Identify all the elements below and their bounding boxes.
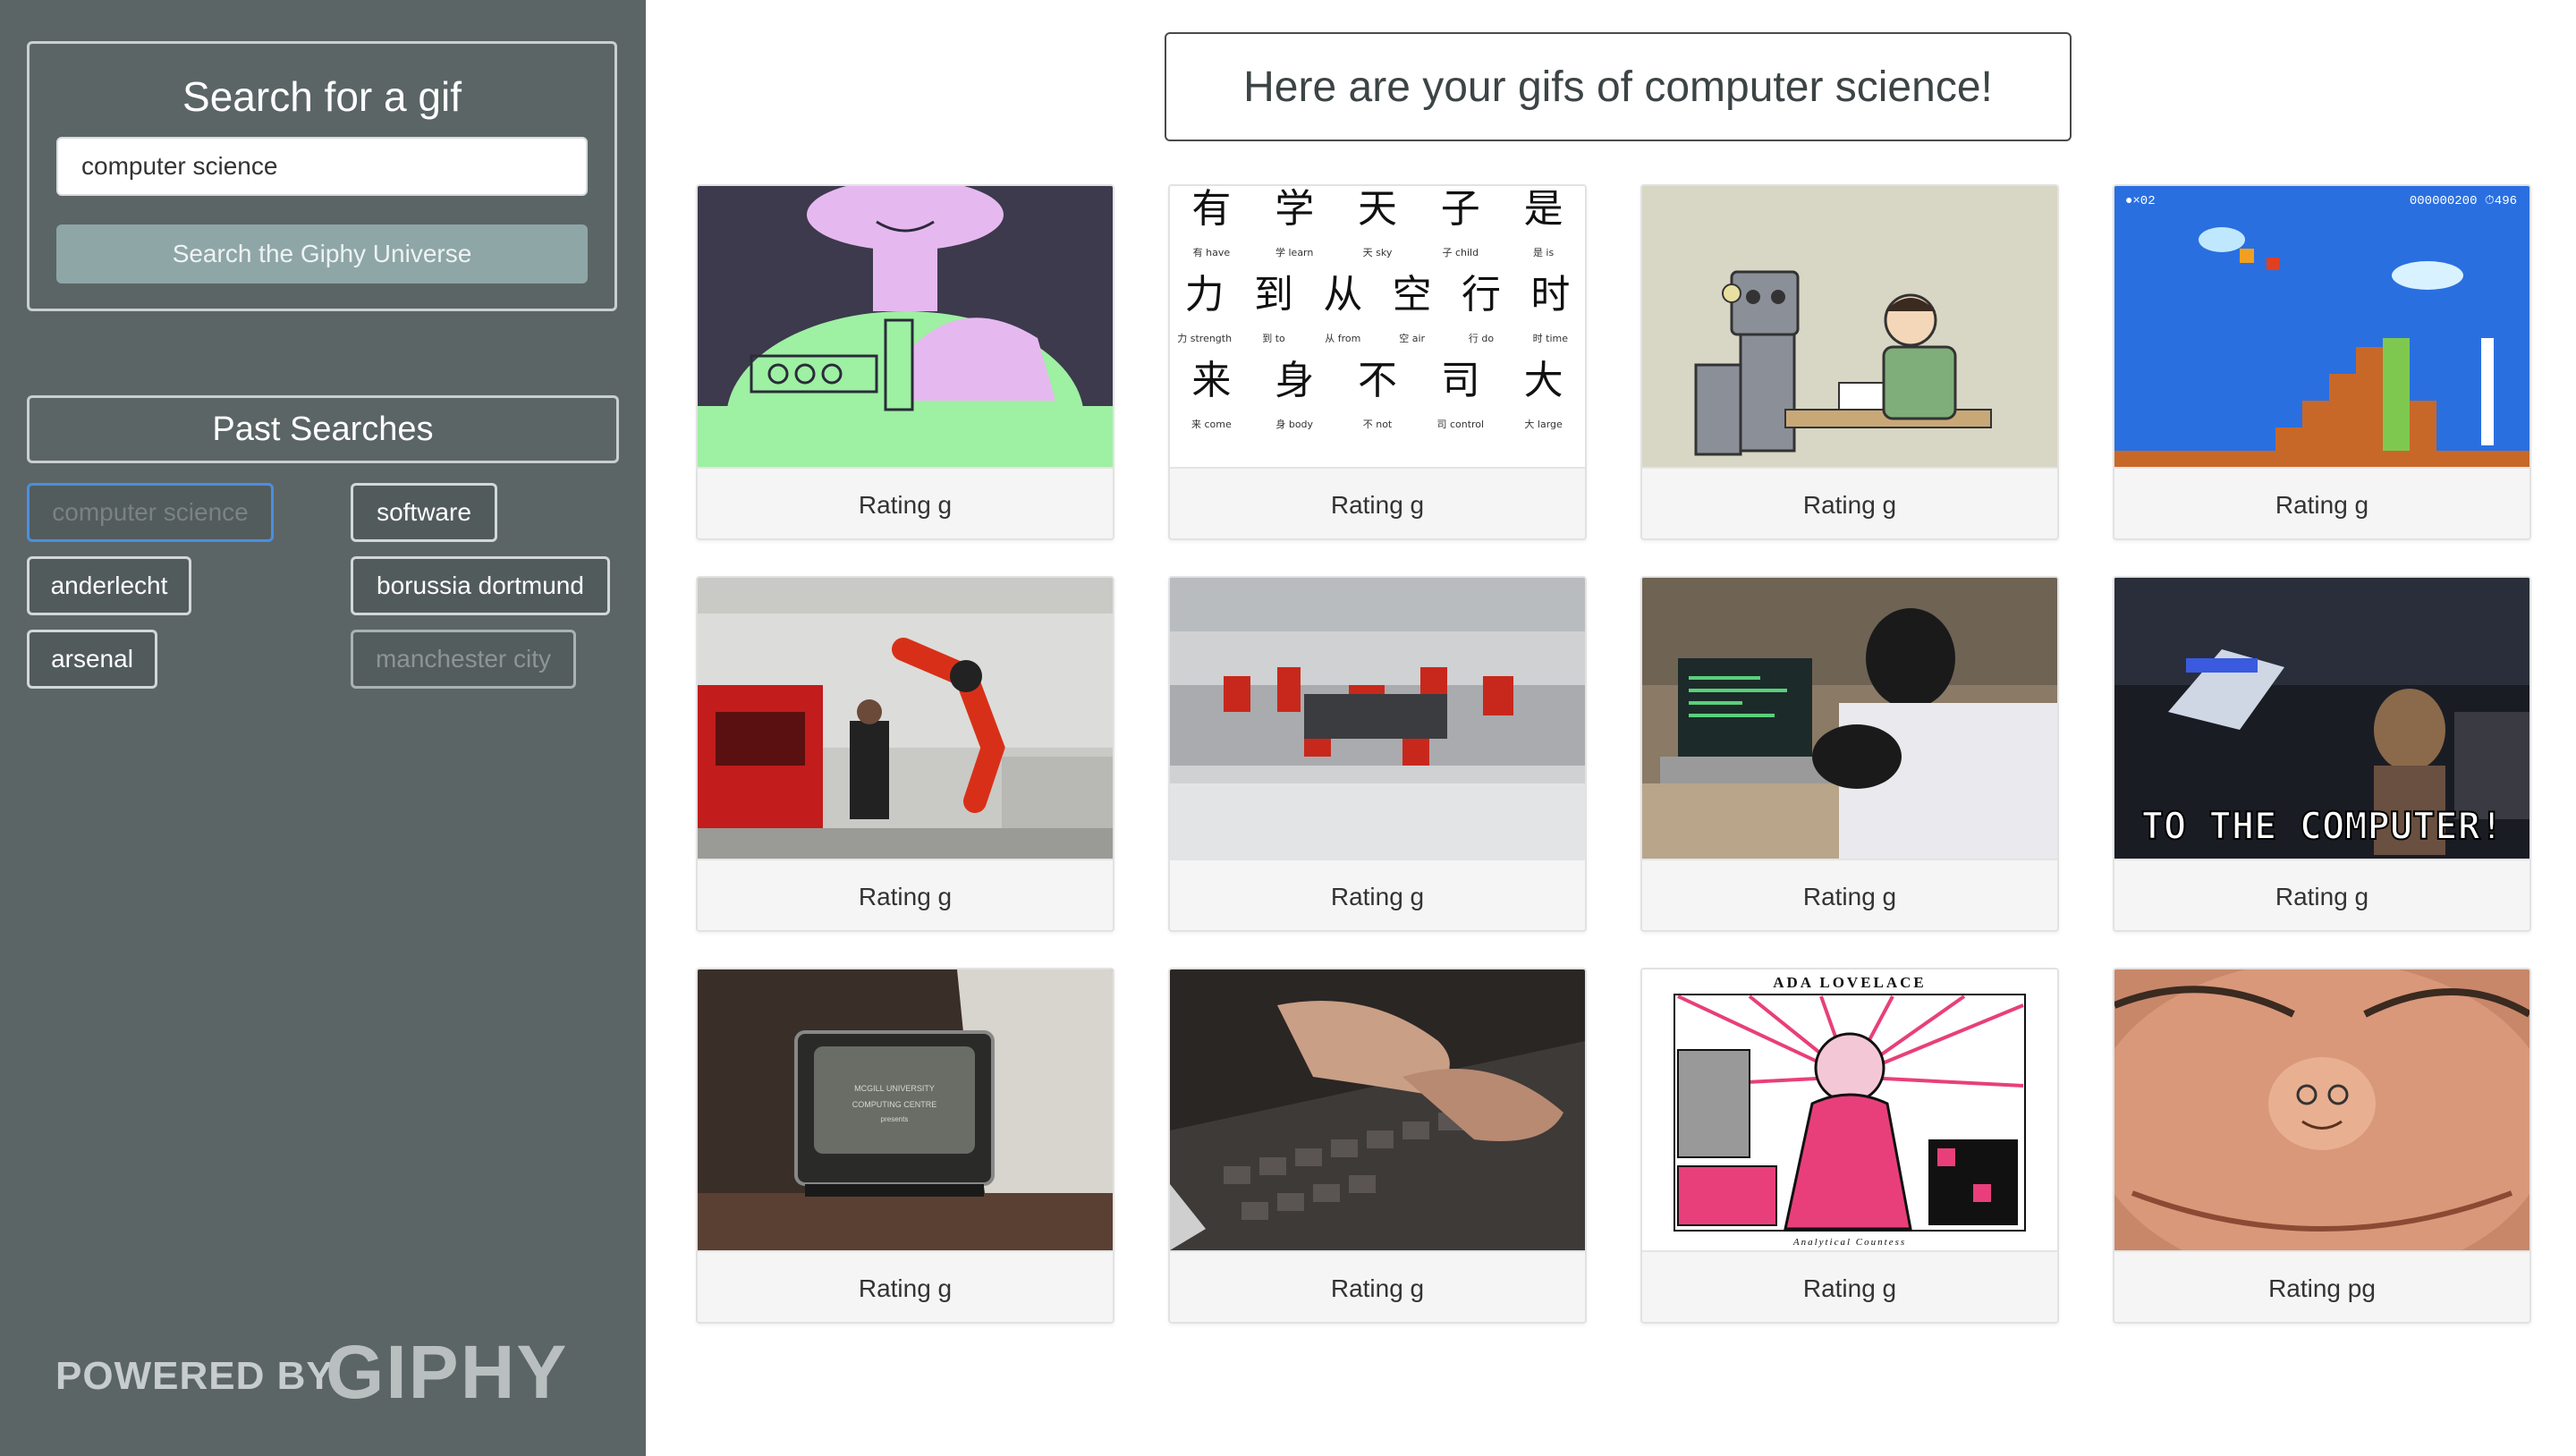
tv-line-2: COMPUTING CENTRE <box>852 1100 937 1109</box>
past-search-manchester-city[interactable]: manchester city <box>351 630 576 689</box>
chinese-gloss: 力 strength <box>1177 333 1232 344</box>
gif-card: Rating g <box>696 576 1114 932</box>
gif-image-face-closeup[interactable] <box>2114 969 2529 1250</box>
sidebar: Search for a gif Search the Giphy Univer… <box>0 0 646 1456</box>
gif-rating: Rating g <box>1642 859 2057 930</box>
gif-image-chinese-characters[interactable]: 有有 have 学学 learn 天天 sky 子子 child 是是 is 力力 str… <box>1170 186 1585 467</box>
chinese-character: 行 <box>1462 272 1501 317</box>
chinese-gloss: 是 is <box>1533 247 1555 258</box>
giphy-wordmark: GIPHY <box>326 1330 569 1414</box>
chinese-character: 有 <box>1191 186 1231 232</box>
gif-rating: Rating g <box>698 467 1113 538</box>
powered-by-giphy-logo: POWERED BY GIPHY <box>55 1329 610 1414</box>
gif-card: Rating pg <box>2113 968 2531 1324</box>
gif-rating: Rating g <box>1642 467 2057 538</box>
chinese-character: 身 <box>1275 358 1314 403</box>
powered-by-text: POWERED BY <box>55 1354 334 1398</box>
search-panel: Search for a gif Search the Giphy Univer… <box>27 41 617 311</box>
chinese-character: 不 <box>1358 358 1397 403</box>
gif-rating: Rating g <box>1642 1250 2057 1322</box>
chinese-character: 大 <box>1524 358 1563 403</box>
gif-rating: Rating g <box>1170 467 1585 538</box>
gif-rating: Rating g <box>698 859 1113 930</box>
chinese-character: 到 <box>1254 272 1293 317</box>
chinese-gloss: 来 come <box>1191 419 1232 430</box>
gif-card: Rating g <box>1168 576 1587 932</box>
gif-card: Rating g <box>1640 184 2059 540</box>
chinese-gloss: 不 not <box>1363 419 1393 430</box>
gif-image-robot-chess[interactable] <box>1642 186 2057 467</box>
chinese-character: 空 <box>1393 272 1432 317</box>
gif-rating: Rating pg <box>2114 1250 2529 1322</box>
gif-card: ADA LOVELACE Analytical Countess Rating … <box>1640 968 2059 1324</box>
chinese-character: 天 <box>1358 186 1397 232</box>
gif-image-assembly-line[interactable] <box>1170 578 1585 859</box>
chinese-gloss: 子 child <box>1442 247 1479 258</box>
gif-rating: Rating g <box>1170 1250 1585 1322</box>
computer-caption-text: TO THE COMPUTER! <box>2141 804 2504 848</box>
gif-card: ●×02 000000200 ⏱496 Rating g <box>2113 184 2531 540</box>
gif-rating: Rating g <box>698 1250 1113 1322</box>
chinese-character: 子 <box>1441 186 1480 232</box>
gif-rating: Rating g <box>1170 859 1585 930</box>
gif-card: Rating g <box>1168 968 1587 1324</box>
search-button[interactable]: Search the Giphy Universe <box>56 224 588 284</box>
tv-line-3: presents <box>881 1115 909 1123</box>
gif-image-factory-robot[interactable] <box>698 578 1113 859</box>
mario-score: 000000200 ⏱496 <box>2410 194 2517 208</box>
past-search-anderlecht[interactable]: anderlecht <box>27 556 191 615</box>
past-searches-header: Past Searches <box>27 395 619 463</box>
chinese-character: 学 <box>1275 186 1314 232</box>
search-title: Search for a gif <box>182 73 462 120</box>
gif-image-to-the-computer[interactable]: TO THE COMPUTER! <box>2114 578 2529 859</box>
gif-card: Rating g <box>696 184 1114 540</box>
gif-card: Rating g <box>1640 576 2059 932</box>
results-title: Here are your gifs of computer science! <box>1165 32 2072 141</box>
gif-card: TO THE COMPUTER! Rating g <box>2113 576 2531 932</box>
gif-image-retro-tv[interactable]: MCGILL UNIVERSITY COMPUTING CENTRE prese… <box>698 969 1113 1250</box>
past-search-software[interactable]: software <box>351 483 497 542</box>
chinese-gloss: 从 from <box>1325 333 1360 344</box>
gif-rating: Rating g <box>2114 467 2529 538</box>
chinese-character: 从 <box>1323 272 1362 317</box>
chinese-gloss: 空 air <box>1399 332 1425 344</box>
chinese-character: 是 <box>1524 186 1563 232</box>
past-search-computer-science[interactable]: computer science <box>27 483 274 542</box>
search-input[interactable] <box>56 137 588 196</box>
gif-card: 有有 have 学学 learn 天天 sky 子子 child 是是 is 力力 str… <box>1168 184 1587 540</box>
chinese-gloss: 到 to <box>1262 333 1285 344</box>
gif-card: MCGILL UNIVERSITY COMPUTING CENTRE prese… <box>696 968 1114 1324</box>
chinese-gloss: 司 control <box>1436 419 1484 430</box>
gif-image-mario-level[interactable]: ●×02 000000200 ⏱496 <box>2114 186 2529 467</box>
ada-subtitle-text: Analytical Countess <box>1792 1237 1906 1248</box>
chinese-gloss: 有 have <box>1193 246 1231 258</box>
chinese-gloss: 时 time <box>1533 333 1569 344</box>
ada-title-text: ADA LOVELACE <box>1773 974 1927 991</box>
chinese-gloss: 大 large <box>1524 418 1563 430</box>
gif-image-typing-keyboard[interactable] <box>1170 969 1585 1250</box>
gif-image-brain-machine[interactable] <box>698 186 1113 467</box>
chinese-character: 力 <box>1185 272 1224 317</box>
gif-rating: Rating g <box>2114 859 2529 930</box>
past-search-borussia-dortmund[interactable]: borussia dortmund <box>351 556 610 615</box>
chinese-character: 来 <box>1191 358 1231 403</box>
past-search-arsenal[interactable]: arsenal <box>27 630 157 689</box>
chinese-character: 司 <box>1441 358 1480 403</box>
tv-line-1: MCGILL UNIVERSITY <box>854 1084 935 1093</box>
gif-image-ada-lovelace[interactable]: ADA LOVELACE Analytical Countess <box>1642 969 2057 1250</box>
chinese-character: 时 <box>1530 272 1570 317</box>
chinese-gloss: 行 do <box>1469 333 1494 344</box>
chinese-gloss: 学 learn <box>1275 246 1313 258</box>
chinese-gloss: 身 body <box>1275 418 1313 430</box>
mario-lives: ●×02 <box>2125 194 2156 208</box>
gif-image-gorilla-laptop[interactable] <box>1642 578 2057 859</box>
chinese-gloss: 天 sky <box>1363 247 1393 258</box>
